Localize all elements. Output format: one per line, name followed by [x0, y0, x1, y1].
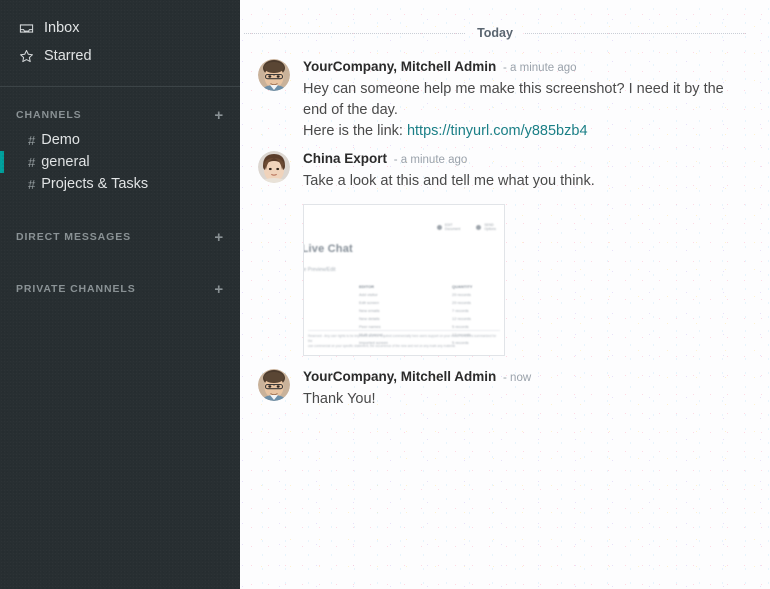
- message-author: YourCompany, Mitchell Admin: [303, 59, 496, 74]
- thumbnail-table-cell: Add visitor: [359, 291, 421, 299]
- thumbnail-table-header: QUANTITY: [452, 283, 498, 291]
- avatar-mitchell-admin[interactable]: [258, 369, 290, 401]
- live-chat-window: Inbox Starred CHANNELS +: [0, 0, 770, 589]
- add-direct-message-button[interactable]: +: [212, 230, 226, 245]
- sidebar-group-direct-messages-title: DIRECT MESSAGES: [16, 231, 131, 243]
- message-link-prefix: Here is the link:: [303, 123, 407, 139]
- hash-icon: #: [28, 177, 35, 192]
- sidebar-item-starred[interactable]: Starred: [0, 42, 240, 70]
- sidebar-item-inbox[interactable]: Inbox: [0, 14, 240, 42]
- thumbnail-table-cell: 20 records: [452, 299, 498, 307]
- message-timestamp: - a minute ago: [503, 62, 577, 74]
- channel-list: # Demo # general # Projects & Tasks: [0, 129, 240, 195]
- message-body: China Export - a minute ago Take a look …: [303, 150, 750, 204]
- day-separator: Today: [240, 22, 750, 44]
- thumbnail-table-cell: Edit screen: [359, 299, 421, 307]
- sidebar-item-starred-label: Starred: [44, 48, 92, 64]
- thumbnail-toolbar-label-bottom: Options: [484, 227, 496, 231]
- thumbnail-table-cell: 12 records: [452, 315, 498, 323]
- sidebar-group-private-channels-title: PRIVATE CHANNELS: [16, 283, 136, 295]
- inbox-icon: [18, 20, 34, 36]
- message-text-line: Hey can someone help me make this screen…: [303, 79, 750, 121]
- message-text-line: Take a look at this and tell me what you…: [303, 171, 750, 192]
- sidebar-item-projects-tasks[interactable]: # Projects & Tasks: [0, 173, 240, 195]
- group-spacer: [0, 247, 240, 261]
- thumbnail-footer-line: use commercial on your specific statemen…: [308, 344, 500, 349]
- add-private-channel-button[interactable]: +: [212, 282, 226, 297]
- thumbnail-table-cell: 20 records: [452, 291, 498, 299]
- avatar-china-export[interactable]: [258, 151, 290, 183]
- sidebar-item-demo-label: Demo: [41, 132, 80, 148]
- thumbnail-toolbar-item: SEND Options: [476, 223, 496, 231]
- hash-icon: #: [28, 133, 35, 148]
- sidebar: Inbox Starred CHANNELS +: [0, 0, 240, 589]
- message-link[interactable]: https://tinyurl.com/y885bzb4: [407, 123, 588, 139]
- message-thread: Today: [240, 22, 770, 410]
- sidebar-divider: [0, 86, 240, 87]
- message-body: YourCompany, Mitchell Admin - now Thank …: [303, 368, 750, 410]
- sidebar-group-channels-header: CHANNELS +: [0, 105, 240, 125]
- message-thread-panel: Today: [240, 0, 770, 589]
- sidebar-group-private-channels-header: PRIVATE CHANNELS +: [0, 279, 240, 299]
- star-icon: [18, 48, 34, 64]
- message-text-line: Thank You!: [303, 389, 750, 410]
- message-timestamp: - now: [503, 372, 531, 384]
- sidebar-group-channels-title: CHANNELS: [16, 109, 82, 121]
- thumbnail-table-header: EDITOR: [359, 283, 421, 291]
- day-separator-label: Today: [465, 26, 525, 40]
- day-separator-line-left: [244, 33, 465, 34]
- thumbnail-toolbar-icon: [437, 225, 442, 230]
- thumbnail-table-cell: New emails: [359, 307, 421, 315]
- message-text: Hey can someone help me make this screen…: [303, 79, 750, 142]
- sidebar-item-inbox-label: Inbox: [44, 20, 79, 36]
- message-timestamp: - a minute ago: [394, 154, 468, 166]
- message-header: YourCompany, Mitchell Admin - now: [303, 368, 750, 387]
- screenshot-thumbnail[interactable]: y Live Chat age Preview/Edit EDIT Docume…: [303, 204, 505, 356]
- sidebar-group-direct-messages-header: DIRECT MESSAGES +: [0, 227, 240, 247]
- thumbnail-subtitle: age Preview/Edit: [303, 267, 336, 273]
- thumbnail-toolbar: EDIT Document SEND Options: [437, 223, 496, 231]
- message-author: YourCompany, Mitchell Admin: [303, 369, 496, 384]
- thumbnail-toolbar-icon: [476, 225, 481, 230]
- message-body: YourCompany, Mitchell Admin - a minute a…: [303, 58, 750, 142]
- thumbnail-toolbar-label: EDIT Document: [445, 223, 460, 231]
- message-author: China Export: [303, 151, 387, 166]
- sidebar-item-demo[interactable]: # Demo: [0, 129, 240, 151]
- day-separator-line-right: [525, 33, 746, 34]
- message-item: YourCompany, Mitchell Admin - now Thank …: [240, 368, 750, 410]
- message-item: YourCompany, Mitchell Admin - a minute a…: [240, 58, 750, 142]
- thumbnail-toolbar-label-bottom: Document: [445, 227, 460, 231]
- thumbnail-footer-line: Reserved - Any user rights to be improve…: [308, 334, 500, 344]
- thumbnail-toolbar-label: SEND Options: [484, 223, 496, 231]
- add-channel-button[interactable]: +: [212, 108, 226, 123]
- sidebar-item-general[interactable]: # general: [0, 151, 240, 173]
- message-text: Take a look at this and tell me what you…: [303, 171, 750, 192]
- thumbnail-toolbar-item: EDIT Document: [437, 223, 460, 231]
- message-header: YourCompany, Mitchell Admin - a minute a…: [303, 58, 750, 77]
- thumbnail-content: y Live Chat age Preview/Edit EDIT Docume…: [304, 205, 504, 355]
- group-spacer: [0, 195, 240, 209]
- sidebar-item-general-label: general: [41, 154, 89, 170]
- message-header: China Export - a minute ago: [303, 150, 750, 169]
- sidebar-top-section: Inbox Starred CHANNELS +: [0, 0, 240, 299]
- message-item: China Export - a minute ago Take a look …: [240, 150, 750, 204]
- message-text-line: Here is the link: https://tinyurl.com/y8…: [303, 121, 750, 142]
- thumbnail-table-cell: 7 records: [452, 307, 498, 315]
- thumbnail-footer: Reserved - Any user rights to be improve…: [308, 330, 500, 349]
- sidebar-item-projects-tasks-label: Projects & Tasks: [41, 176, 148, 192]
- thumbnail-table-cell: New details: [359, 315, 421, 323]
- avatar-mitchell-admin[interactable]: [258, 59, 290, 91]
- thumbnail-title: y Live Chat: [303, 243, 353, 255]
- message-text: Thank You!: [303, 389, 750, 410]
- sidebar-group-private-channels: PRIVATE CHANNELS +: [0, 279, 240, 299]
- sidebar-group-direct-messages: DIRECT MESSAGES +: [0, 227, 240, 247]
- sidebar-group-channels: CHANNELS + # Demo # general # Projects &…: [0, 105, 240, 195]
- hash-icon: #: [28, 155, 35, 170]
